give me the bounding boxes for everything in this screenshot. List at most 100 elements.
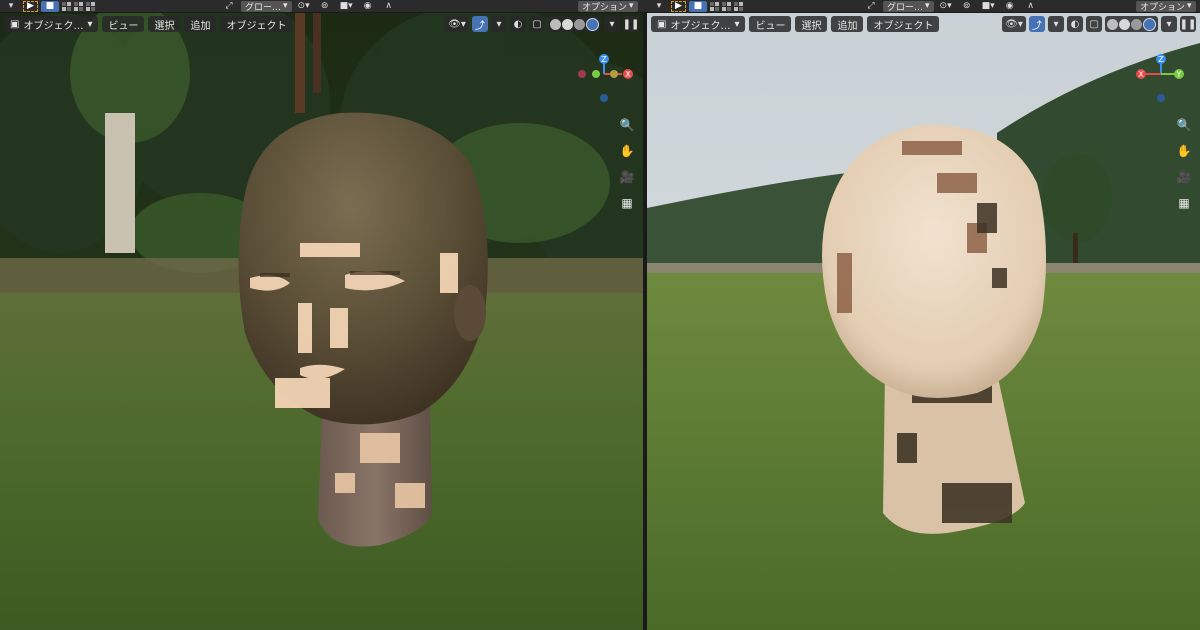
axis-z-label: Z	[1158, 55, 1164, 64]
viewport-header-right: ▣ オブジェク… ▾ ビュー 選択 追加 オブジェクト 👁▾ ⤴ ▾ ◐ ▢ ▾…	[651, 15, 1196, 33]
chevron-down-icon[interactable]: ▾	[2, 1, 20, 12]
transform-orientation-icon[interactable]: ⤢	[220, 1, 238, 12]
grid-icon[interactable]: ▦	[618, 194, 636, 212]
visibility-icon[interactable]: 👁▾	[445, 16, 469, 32]
shading-modes[interactable]	[1105, 16, 1158, 32]
xray-icon[interactable]: ▢	[529, 16, 545, 32]
camera-icon[interactable]: 🎥	[618, 168, 636, 186]
viewport-left[interactable]: ▣ オブジェク… ▾ ビュー 選択 追加 オブジェクト 👁▾ ⤴ ▾ ◐ ▢ ▾…	[0, 13, 643, 630]
chevron-down-icon[interactable]: ▾	[1161, 16, 1177, 32]
axis-neg-z-handle[interactable]	[600, 94, 608, 102]
viewport-right-scene	[647, 13, 1200, 630]
top-toolbar-strip: ▾ ▶ ■ ⤢ グロー… ▾ ⊙▾ ⊚ ■▾ ◉ ∧ オプション ▾ ▾ ▶ ■ ⤢…	[0, 0, 1200, 13]
chevron-down-icon: ▾	[1187, 1, 1192, 11]
axis-x-label: X	[625, 70, 631, 79]
mode-label: オブジェク…	[23, 20, 84, 32]
options-dropdown[interactable]: オプション ▾	[578, 0, 638, 13]
menu-select[interactable]: 選択	[148, 16, 181, 32]
object-mode-icon: ▣	[657, 18, 667, 30]
menu-view[interactable]: ビュー	[749, 16, 792, 32]
options-label: オプション	[582, 2, 628, 13]
wireframe-icon[interactable]	[550, 18, 561, 30]
proportional-icon[interactable]: ◉	[1001, 1, 1019, 12]
hand-icon[interactable]: ✋	[1175, 142, 1193, 160]
zoom-icon[interactable]: 🔍	[618, 116, 636, 134]
orientation-label: グロー…	[245, 2, 282, 13]
rendered-icon[interactable]	[1143, 17, 1156, 31]
select-mode-icon[interactable]	[61, 1, 71, 11]
menu-select[interactable]: 選択	[795, 16, 828, 32]
chevron-down-icon[interactable]: ▾	[1048, 16, 1064, 32]
pause-icon[interactable]: ❚❚	[623, 16, 639, 32]
pivot-icon[interactable]: ⊙▾	[937, 1, 955, 12]
menu-add[interactable]: 追加	[831, 16, 864, 32]
axis-gizmo-left[interactable]: Z X	[574, 53, 638, 113]
menu-object[interactable]: オブジェクト	[867, 16, 940, 32]
chevron-down-icon[interactable]: ▾	[650, 1, 668, 12]
chevron-down-icon: ▾	[734, 18, 740, 30]
axis-gizmo-right[interactable]: Z X Y	[1131, 53, 1195, 113]
orientation-label: グロー…	[887, 2, 924, 13]
gizmo-icon[interactable]: ⤴	[472, 16, 488, 32]
snap-target-icon[interactable]: ■▾	[979, 1, 998, 12]
falloff-icon[interactable]: ∧	[380, 1, 398, 12]
material-icon[interactable]	[1131, 18, 1142, 30]
snap-icon[interactable]: ⊚	[958, 1, 976, 12]
axis-neg-x-handle[interactable]	[578, 70, 586, 78]
snap-target-icon[interactable]: ■▾	[337, 1, 356, 12]
select-box-icon[interactable]: ■	[40, 0, 59, 12]
overlay-icon[interactable]: ◐	[1067, 16, 1083, 32]
menu-add[interactable]: 追加	[184, 16, 217, 32]
viewport-header-left: ▣ オブジェク… ▾ ビュー 選択 追加 オブジェクト 👁▾ ⤴ ▾ ◐ ▢ ▾…	[4, 15, 639, 33]
wireframe-icon[interactable]	[1107, 18, 1118, 30]
cursor-icon[interactable]: ▶	[671, 0, 686, 12]
pivot-icon[interactable]: ⊙▾	[295, 1, 313, 12]
mode-dropdown[interactable]: ▣ オブジェク… ▾	[4, 16, 99, 32]
visibility-icon[interactable]: 👁▾	[1002, 16, 1026, 32]
menu-object[interactable]: オブジェクト	[220, 16, 293, 32]
hand-icon[interactable]: ✋	[618, 142, 636, 160]
shading-modes[interactable]	[548, 16, 601, 32]
chevron-down-icon[interactable]: ▾	[491, 16, 507, 32]
axis-y-label: Y	[1176, 70, 1182, 79]
solid-icon[interactable]	[1119, 18, 1130, 30]
select-mode-icon[interactable]	[709, 1, 719, 11]
xray-icon[interactable]: ▢	[1086, 16, 1102, 32]
options-label: オプション	[1140, 2, 1186, 13]
orientation-dropdown[interactable]: グロー… ▾	[241, 0, 292, 13]
grid-icon[interactable]: ▦	[1175, 194, 1193, 212]
falloff-icon[interactable]: ∧	[1022, 1, 1040, 12]
axis-y-handle[interactable]	[592, 70, 600, 78]
axis-z-label: Z	[601, 55, 607, 64]
rendered-icon[interactable]	[586, 17, 599, 31]
select-mode-3-icon[interactable]	[733, 1, 743, 11]
axis-neg-y-handle[interactable]	[610, 70, 618, 78]
zoom-icon[interactable]: 🔍	[1175, 116, 1193, 134]
tree-right	[1042, 153, 1112, 243]
chevron-down-icon: ▾	[87, 18, 93, 30]
cursor-icon[interactable]: ▶	[23, 0, 38, 12]
chevron-down-icon[interactable]: ▾	[604, 16, 620, 32]
proportional-icon[interactable]: ◉	[359, 1, 377, 12]
mode-dropdown-right[interactable]: ▣ オブジェク… ▾	[651, 16, 746, 32]
material-icon[interactable]	[574, 18, 585, 30]
mode-label: オブジェク…	[670, 20, 731, 32]
select-mode-2-icon[interactable]	[73, 1, 83, 11]
transform-orientation-icon[interactable]: ⤢	[862, 1, 880, 12]
snap-icon[interactable]: ⊚	[316, 1, 334, 12]
viewport-right[interactable]: ▣ オブジェク… ▾ ビュー 選択 追加 オブジェクト 👁▾ ⤴ ▾ ◐ ▢ ▾…	[647, 13, 1200, 630]
orientation-dropdown-right[interactable]: グロー… ▾	[883, 0, 934, 13]
menu-view[interactable]: ビュー	[102, 16, 145, 32]
pause-icon[interactable]: ❚❚	[1180, 16, 1196, 32]
solid-icon[interactable]	[562, 18, 573, 30]
select-mode-2-icon[interactable]	[721, 1, 731, 11]
chevron-down-icon: ▾	[283, 1, 288, 11]
select-mode-3-icon[interactable]	[85, 1, 95, 11]
overlay-icon[interactable]: ◐	[510, 16, 526, 32]
camera-icon[interactable]: 🎥	[1175, 168, 1193, 186]
viewport-left-scene	[0, 13, 643, 630]
options-dropdown-right[interactable]: オプション ▾	[1136, 0, 1196, 13]
select-box-icon[interactable]: ■	[688, 0, 707, 12]
axis-neg-z-handle[interactable]	[1157, 94, 1165, 102]
gizmo-icon[interactable]: ⤴	[1029, 16, 1045, 32]
